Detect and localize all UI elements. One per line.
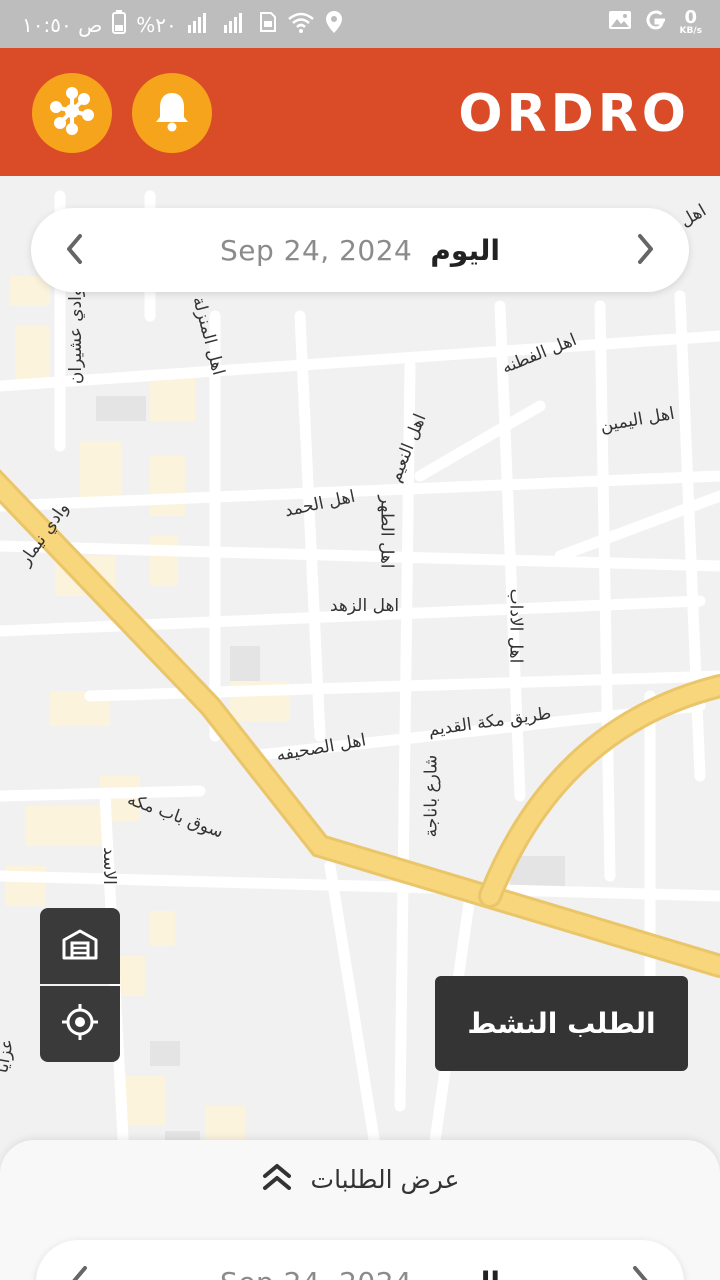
speed-value: 0 [684,6,698,28]
status-bar: ص ١٠:٥٠ %٢٠ 0 KB/s [0,0,720,48]
chevron-left-icon [67,234,82,264]
wifi-icon [287,11,315,38]
crosshair-icon [60,1002,100,1046]
map-label: شارع باناجة [421,754,442,838]
bell-icon [152,89,192,137]
sheet-today-label: اليوم [430,1266,500,1280]
date-display[interactable]: Sep 24, 2024 اليوم [220,234,500,267]
chevron-double-up-icon [261,1162,293,1196]
my-location-button[interactable] [40,986,120,1062]
sheet-date-selector: Sep 24, 2024 اليوم [36,1240,684,1280]
network-speed: 0 KB/s [679,6,702,36]
battery-percent: %٢٠ [136,12,177,37]
signal-icon-2 [223,11,249,38]
map-label: اهل الزهد [330,596,400,616]
previous-day-button[interactable] [59,234,89,264]
sim-icon [259,11,277,38]
image-icon [608,10,632,34]
orders-bottom-sheet[interactable]: عرض الطلبات Sep 24, 2024 اليوم [0,1140,720,1280]
date-value: Sep 24, 2024 [220,233,413,267]
status-right: 0 KB/s [608,8,702,36]
date-selector: Sep 24, 2024 اليوم [31,208,689,292]
next-day-button[interactable] [631,234,661,264]
chevron-right-icon [633,1266,648,1280]
map-label: اهل الاداب [505,588,526,664]
warehouse-button[interactable] [40,908,120,984]
google-icon [644,8,668,36]
battery-icon [112,10,127,39]
show-orders-toggle[interactable]: عرض الطلبات [0,1162,720,1196]
app-bar: ORDRO [0,48,720,176]
status-left: ص ١٠:٥٠ %٢٠ [22,10,343,39]
status-time: ص ١٠:٥٠ [22,12,103,37]
location-icon [325,10,343,39]
show-orders-label: عرض الطلبات [310,1164,460,1194]
active-order-button[interactable]: الطلب النشط [435,976,688,1071]
sheet-next-day-button[interactable] [626,1266,656,1280]
notifications-button[interactable] [132,73,212,153]
today-label: اليوم [430,233,500,267]
sheet-date-display[interactable]: Sep 24, 2024 اليوم [220,1266,500,1280]
sheet-previous-day-button[interactable] [64,1266,94,1280]
chevron-left-icon [72,1266,87,1280]
chevron-right-icon [638,234,653,264]
app-logo: ORDRO [458,84,690,144]
map-label: الاسد [98,847,119,885]
map-label: اهل الطهر [376,495,397,569]
integrations-button[interactable] [32,73,112,153]
speed-unit: KB/s [679,25,702,36]
nodes-icon [46,85,98,141]
warehouse-icon [62,928,98,964]
signal-icon [187,11,213,38]
sheet-date-value: Sep 24, 2024 [220,1266,412,1280]
map-label: وادي عشيران [66,287,87,385]
